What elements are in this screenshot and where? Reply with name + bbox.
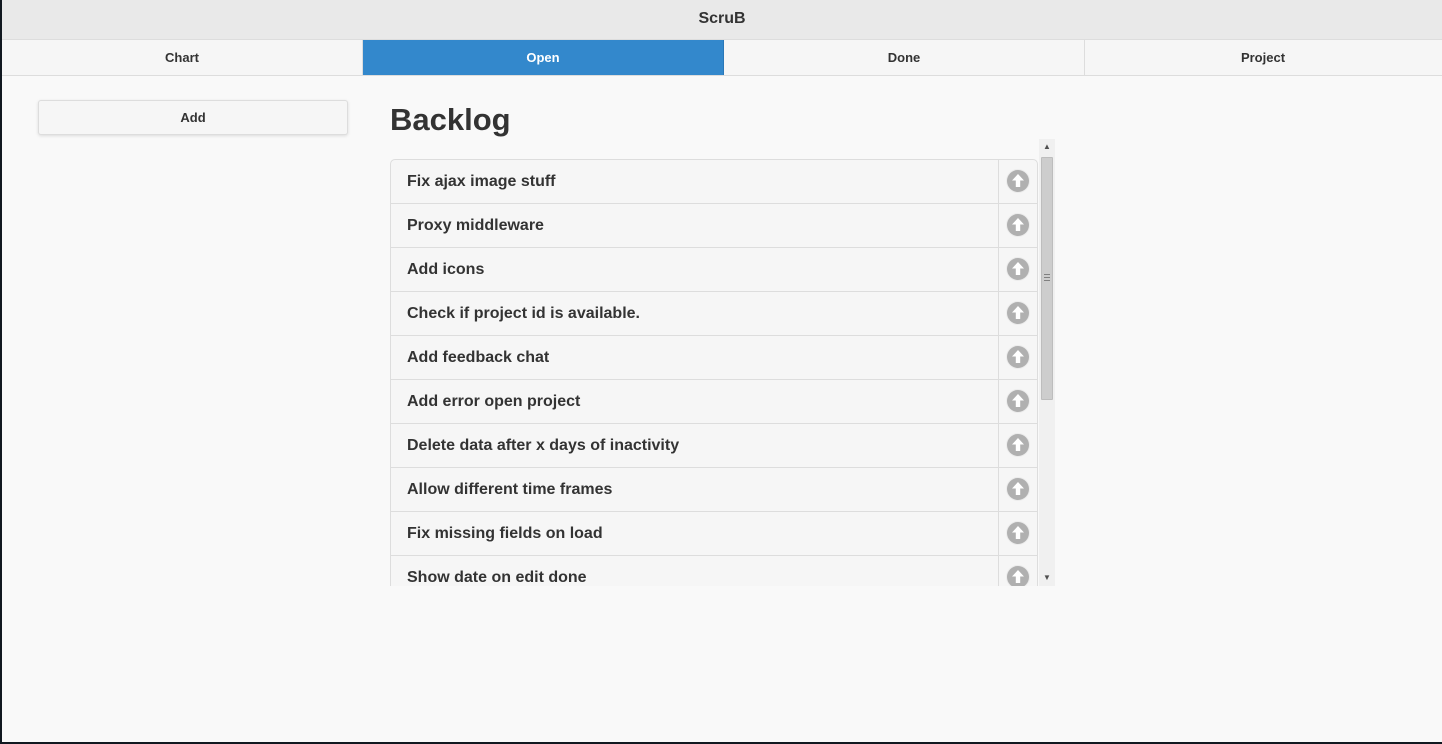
- tab-chart[interactable]: Chart: [2, 40, 363, 75]
- navbar: Chart Open Done Project: [2, 40, 1442, 76]
- arrow-up-circle-icon: [1007, 390, 1029, 412]
- move-up-button[interactable]: [998, 556, 1037, 586]
- list-item-label: Show date on edit done: [407, 569, 587, 586]
- grip-icon: [1044, 274, 1050, 281]
- backlog-list-viewport: Fix ajax image stuff Proxy middleware Ad…: [390, 139, 1055, 586]
- list-item[interactable]: Fix ajax image stuff: [391, 160, 1037, 204]
- list-item[interactable]: Add feedback chat: [391, 336, 1037, 380]
- list-item[interactable]: Add error open project: [391, 380, 1037, 424]
- move-up-button[interactable]: [998, 380, 1037, 423]
- scrollbar-thumb[interactable]: [1041, 157, 1053, 400]
- list-item-label: Fix ajax image stuff: [407, 173, 556, 190]
- backlog-list: Fix ajax image stuff Proxy middleware Ad…: [390, 159, 1038, 586]
- list-item-label: Add error open project: [407, 393, 581, 410]
- tab-open[interactable]: Open: [363, 40, 724, 75]
- move-up-button[interactable]: [998, 512, 1037, 555]
- vertical-scrollbar[interactable]: ▲ ▼: [1039, 139, 1055, 586]
- move-up-button[interactable]: [998, 204, 1037, 247]
- scroll-down-arrow-icon[interactable]: ▼: [1039, 570, 1055, 586]
- list-item[interactable]: Delete data after x days of inactivity: [391, 424, 1037, 468]
- arrow-up-circle-icon: [1007, 214, 1029, 236]
- list-item-label: Add icons: [407, 261, 485, 278]
- move-up-button[interactable]: [998, 160, 1037, 203]
- list-item[interactable]: Check if project id is available.: [391, 292, 1037, 336]
- list-item-label: Proxy middleware: [407, 217, 544, 234]
- list-item-label: Allow different time frames: [407, 481, 613, 498]
- app-window: ScruB Chart Open Done Project Add Backlo…: [2, 0, 1442, 742]
- list-item[interactable]: Fix missing fields on load: [391, 512, 1037, 556]
- list-item[interactable]: Proxy middleware: [391, 204, 1037, 248]
- scroll-up-arrow-icon[interactable]: ▲: [1039, 139, 1055, 155]
- move-up-button[interactable]: [998, 292, 1037, 335]
- arrow-up-circle-icon: [1007, 170, 1029, 192]
- list-item-label: Check if project id is available.: [407, 305, 640, 322]
- arrow-up-circle-icon: [1007, 258, 1029, 280]
- tab-project[interactable]: Project: [1085, 40, 1441, 75]
- arrow-up-circle-icon: [1007, 346, 1029, 368]
- arrow-up-circle-icon: [1007, 566, 1029, 586]
- arrow-up-circle-icon: [1007, 302, 1029, 324]
- list-item[interactable]: Add icons: [391, 248, 1037, 292]
- list-item-label: Fix missing fields on load: [407, 525, 603, 542]
- header-bar: ScruB: [2, 0, 1442, 40]
- move-up-button[interactable]: [998, 468, 1037, 511]
- move-up-button[interactable]: [998, 248, 1037, 291]
- move-up-button[interactable]: [998, 336, 1037, 379]
- page-title: Backlog: [390, 102, 511, 137]
- arrow-up-circle-icon: [1007, 522, 1029, 544]
- add-button[interactable]: Add: [38, 100, 348, 135]
- list-item[interactable]: Allow different time frames: [391, 468, 1037, 512]
- move-up-button[interactable]: [998, 424, 1037, 467]
- app-title: ScruB: [698, 10, 746, 27]
- list-item-label: Delete data after x days of inactivity: [407, 437, 680, 454]
- list-item-label: Add feedback chat: [407, 349, 550, 366]
- tab-done[interactable]: Done: [724, 40, 1085, 75]
- list-item[interactable]: Show date on edit done: [391, 556, 1037, 586]
- arrow-up-circle-icon: [1007, 434, 1029, 456]
- arrow-up-circle-icon: [1007, 478, 1029, 500]
